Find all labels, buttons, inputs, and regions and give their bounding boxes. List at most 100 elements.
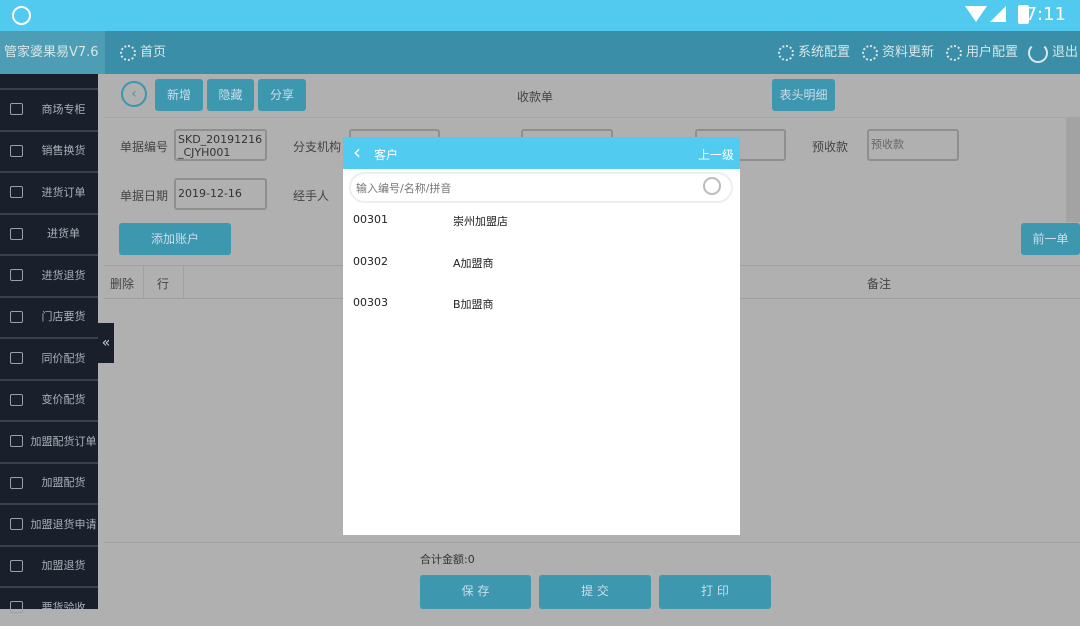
customer-code: 00302 <box>353 254 388 268</box>
up-level-button[interactable]: 上一级 <box>698 146 734 163</box>
sidebar-item-label: 加盟退货 <box>41 559 86 572</box>
menu-item-icon <box>10 186 23 198</box>
menu-item-icon <box>10 518 23 530</box>
sidebar-item[interactable]: 商场专柜 <box>0 88 98 128</box>
dialog-header: ‹ 客户 上一级 <box>343 137 740 169</box>
previous-doc-button[interactable]: 前一单 <box>1021 223 1080 255</box>
divider <box>183 266 184 299</box>
menu-item-icon <box>10 601 23 613</box>
date-field[interactable]: 2019-12-16 <box>174 178 267 210</box>
sidebar-item[interactable]: 进货单 <box>0 212 98 253</box>
customer-code: 00301 <box>353 213 388 226</box>
date-label: 单据日期 <box>120 189 169 203</box>
app-brand: 管家婆果易V7.6 <box>0 31 105 74</box>
print-button[interactable]: 打 印 <box>659 575 771 609</box>
sidebar-item-label: 要货验收 <box>41 600 86 614</box>
menu-item-icon <box>10 476 23 489</box>
sidebar-item-label: 进货退货 <box>41 268 86 282</box>
sidebar-item[interactable]: 进货退货 <box>0 254 98 294</box>
sidebar-item-label: 加盟配货 <box>41 476 86 489</box>
prepay-field[interactable]: 预收款 <box>867 129 959 161</box>
header-detail-button[interactable]: 表头明细 <box>772 79 835 111</box>
handler-label: 经手人 <box>293 189 330 203</box>
collapse-sidebar-button[interactable]: « <box>98 323 114 363</box>
sidebar-item[interactable]: 加盟配货订单 <box>0 420 98 460</box>
doc-no-field[interactable]: SKD_20191216_CJYH001 <box>174 129 267 161</box>
customer-name: A加盟商 <box>453 256 494 270</box>
menu-item-icon <box>10 269 23 281</box>
signal-icon <box>990 6 1006 22</box>
gear-icon <box>946 44 962 61</box>
sidebar-item-label: 进货单 <box>47 227 80 240</box>
search-placeholder: 输入编号/名称/拼音 <box>356 182 452 195</box>
sidebar: 商场专柜销售换货进货订单进货单进货退货门店要货同价配货变价配货加盟配货订单 加盟配… <box>0 74 98 614</box>
search-input[interactable]: 输入编号/名称/拼音 <box>349 172 733 203</box>
col-remark: 备注 <box>867 277 892 291</box>
divider <box>143 266 144 299</box>
wifi-icon <box>965 6 987 22</box>
customer-code: 00303 <box>353 296 388 309</box>
sidebar-item-label: 加盟退货申请 <box>30 517 97 531</box>
data-update-label: 资料更新 <box>882 45 935 60</box>
clock: 7:11 <box>1025 4 1066 25</box>
search-icon[interactable] <box>703 177 721 195</box>
branch-label: 分支机构 <box>293 140 342 154</box>
sidebar-item-label: 加盟配货订单 <box>30 434 97 448</box>
doc-no-label: 单据编号 <box>120 140 169 154</box>
sidebar-item[interactable]: 要货验收 <box>0 586 98 626</box>
submit-button[interactable]: 提 交 <box>539 575 651 609</box>
share-button[interactable]: 分享 <box>258 79 306 111</box>
total-amount: 合计金额:0 <box>420 553 475 566</box>
sidebar-item-label: 进货订单 <box>41 185 86 199</box>
menu-item-icon <box>10 559 23 572</box>
scrollbar[interactable] <box>1066 117 1080 222</box>
system-config-button[interactable]: 系统配置 <box>778 31 850 74</box>
user-config-label: 用户配置 <box>966 45 1019 60</box>
sidebar-item[interactable]: 加盟退货 <box>0 544 98 585</box>
status-bar: 7:11 <box>0 0 1080 31</box>
menu-item-icon <box>10 144 23 157</box>
back-chevron-icon[interactable]: ‹ <box>353 140 361 164</box>
back-button[interactable]: ‹ <box>121 81 147 107</box>
app-header: 管家婆果易V7.6 首页 系统配置 资料更新 用户配置 退出 <box>0 31 1080 74</box>
gear-icon <box>862 44 878 61</box>
gear-icon <box>120 44 136 61</box>
sidebar-item[interactable]: 销售换货 <box>0 129 98 170</box>
data-update-button[interactable]: 资料更新 <box>862 31 934 74</box>
save-button[interactable]: 保 存 <box>420 575 531 609</box>
menu-item-icon <box>10 103 23 115</box>
sidebar-item[interactable]: 加盟配货 <box>0 461 98 502</box>
home-button[interactable]: 首页 <box>120 31 166 74</box>
sidebar-item[interactable]: 进货订单 <box>0 171 98 211</box>
sidebar-item-label: 变价配货 <box>41 393 86 406</box>
gear-icon <box>778 44 794 61</box>
sidebar-item[interactable]: 加盟退货申请 <box>0 503 98 543</box>
divider <box>104 542 1080 543</box>
hide-button[interactable]: 隐藏 <box>207 79 254 111</box>
logout-button[interactable]: 退出 <box>1028 31 1078 74</box>
add-account-button[interactable]: 添加账户 <box>119 223 231 255</box>
sidebar-item-label: 门店要货 <box>41 310 86 323</box>
logout-label: 退出 <box>1052 45 1079 60</box>
page-title: 收款单 <box>517 90 554 104</box>
power-icon <box>1028 42 1048 63</box>
home-label: 首页 <box>140 45 167 60</box>
prepay-label: 预收款 <box>812 140 849 154</box>
dialog-title: 客户 <box>374 148 399 162</box>
sidebar-item-label: 商场专柜 <box>41 102 86 116</box>
customer-list-item[interactable]: 00302 A加盟商 <box>353 255 733 271</box>
menu-item-icon <box>10 310 23 323</box>
sidebar-item[interactable]: 变价配货 <box>0 378 98 419</box>
customer-list-item[interactable]: 00301 崇州加盟店 <box>353 213 733 229</box>
add-button[interactable]: 新增 <box>155 79 203 111</box>
customer-name: B加盟商 <box>453 298 494 311</box>
menu-item-icon <box>10 435 23 447</box>
sidebar-item[interactable]: 门店要货 <box>0 295 98 336</box>
sidebar-item-label: 同价配货 <box>41 351 86 365</box>
sidebar-item[interactable]: 同价配货 <box>0 337 98 377</box>
customer-picker-dialog: ‹ 客户 上一级 输入编号/名称/拼音 00301 崇州加盟店 00302 A加盟商 0… <box>343 137 740 535</box>
user-config-button[interactable]: 用户配置 <box>946 31 1018 74</box>
col-delete: 删除 <box>110 277 135 291</box>
menu-item-icon <box>10 352 23 364</box>
customer-list-item[interactable]: 00303 B加盟商 <box>353 296 733 312</box>
